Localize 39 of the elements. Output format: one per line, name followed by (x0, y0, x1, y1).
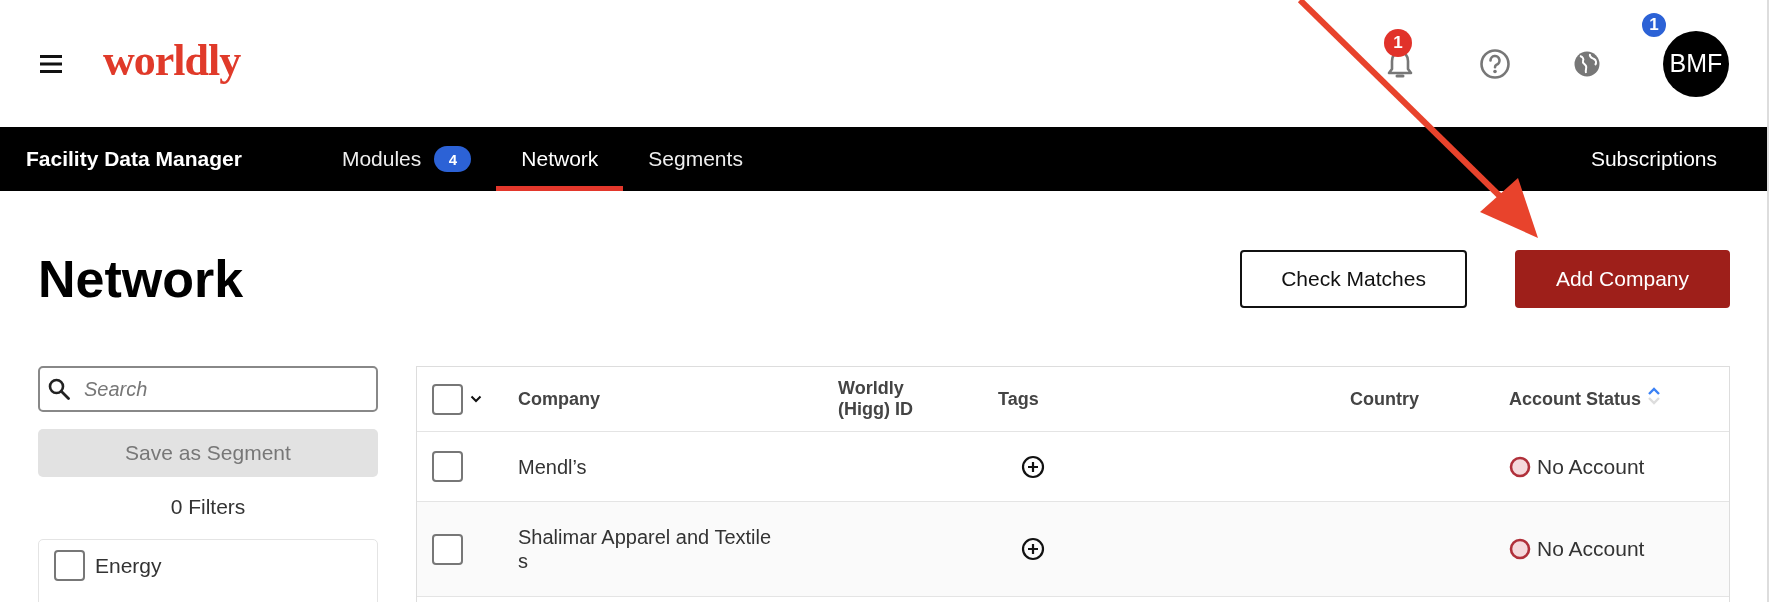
column-header[interactable]: Country (1350, 388, 1419, 410)
notification-badge: 1 (1384, 28, 1412, 57)
count-badge: 4 (434, 146, 472, 172)
column-header[interactable]: Tags (998, 388, 1039, 410)
checkbox[interactable] (432, 383, 463, 415)
account-status: No Account (1537, 537, 1645, 561)
filter-label: Energy (95, 553, 162, 578)
menu-icon[interactable] (40, 54, 62, 73)
user-avatar[interactable]: BMF (1663, 30, 1729, 97)
status-dot-icon (1509, 538, 1531, 560)
app-title[interactable]: Facility Data Manager (26, 147, 242, 171)
caret-icon[interactable] (470, 395, 482, 403)
company-name[interactable]: Mendl’s (518, 454, 776, 479)
subscriptions-link[interactable]: Subscriptions (1590, 147, 1717, 171)
column-header[interactable]: Worldly (Higg) ID (838, 378, 938, 420)
checkbox[interactable] (432, 533, 463, 565)
sort-icon[interactable] (1647, 385, 1661, 407)
page-title: Network (38, 249, 244, 309)
filter-count: 0 Filters (170, 495, 246, 519)
add-tag-icon[interactable] (1021, 454, 1045, 479)
column-header[interactable]: Company (518, 388, 600, 410)
nav-tab[interactable]: Modules 4 (316, 127, 497, 191)
notification-badge: 1 (1640, 10, 1668, 39)
column-header[interactable]: Account Status (1509, 388, 1661, 410)
nav-tab[interactable]: Segments (623, 127, 768, 191)
action-button[interactable]: Check Matches (1240, 250, 1467, 308)
company-name[interactable]: Shalimar Apparel and Textiles (518, 525, 776, 573)
logo[interactable]: worldly (103, 35, 241, 86)
search-field[interactable]: Search (38, 366, 378, 412)
status-dot-icon (1509, 455, 1531, 478)
search-icon (48, 378, 70, 400)
action-button[interactable]: Add Company (1514, 250, 1730, 308)
checkbox[interactable] (432, 451, 463, 482)
nav-tab[interactable]: Network (496, 127, 624, 191)
checkbox[interactable] (54, 550, 85, 581)
account-status: No Account (1537, 454, 1645, 479)
add-tag-icon[interactable] (1021, 537, 1045, 561)
globe-icon[interactable] (1573, 49, 1601, 78)
help-icon[interactable] (1479, 47, 1511, 80)
